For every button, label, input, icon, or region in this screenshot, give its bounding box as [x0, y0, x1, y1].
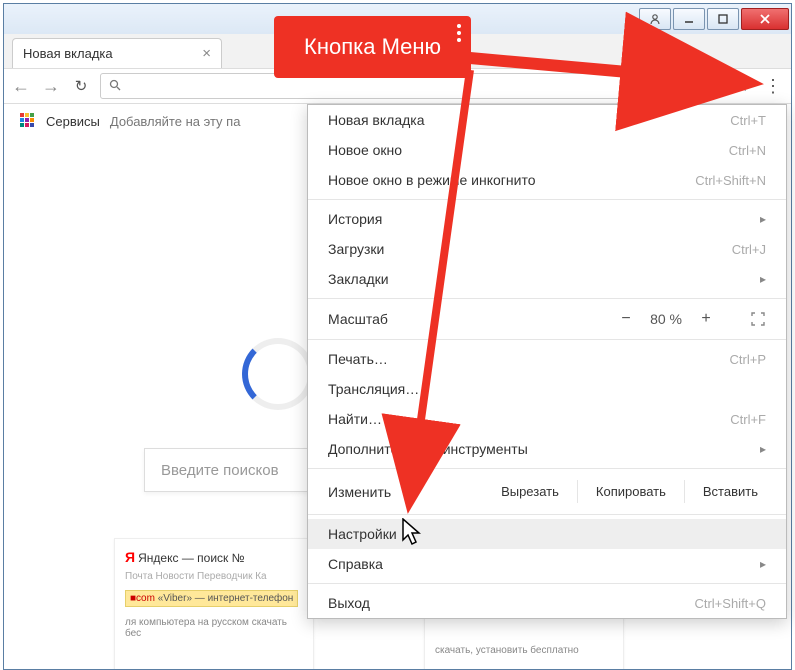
- menu-exit[interactable]: Выход Ctrl+Shift+Q: [308, 588, 786, 618]
- maximize-button[interactable]: [707, 8, 739, 30]
- menu-separator: [308, 339, 786, 340]
- menu-copy[interactable]: Копировать: [577, 480, 684, 503]
- user-button[interactable]: [639, 8, 671, 30]
- zoom-in-button[interactable]: +: [696, 310, 716, 328]
- tab-new[interactable]: Новая вкладка ×: [12, 38, 222, 68]
- annotation-callout: Кнопка Меню: [274, 16, 471, 78]
- menu-zoom: Масштаб − 80 % +: [308, 303, 786, 335]
- menu-separator: [308, 298, 786, 299]
- menu-downloads[interactable]: Загрузки Ctrl+J: [308, 234, 786, 264]
- menu-paste[interactable]: Вставить: [684, 480, 776, 503]
- bookmark-star-icon[interactable]: ☆: [731, 76, 753, 96]
- menu-edit-row: Изменить Вырезать Копировать Вставить: [308, 473, 786, 510]
- zoom-out-button[interactable]: −: [616, 310, 636, 328]
- bookmarks-hint: Добавляйте на эту па: [110, 114, 241, 129]
- thumbnail-card-yandex[interactable]: Я Яндекс — поиск № Почта Новости Перевод…: [114, 538, 314, 669]
- browser-window: Новая вкладка × ← → ↻ ☆ ⋮ Сервисы Добавл…: [3, 3, 792, 670]
- menu-new-tab[interactable]: Новая вкладка Ctrl+T: [308, 105, 786, 135]
- menu-separator: [308, 514, 786, 515]
- menu-cut[interactable]: Вырезать: [483, 480, 577, 503]
- menu-find[interactable]: Найти… Ctrl+F: [308, 404, 786, 434]
- card-links: Почта Новости Переводчик Ка: [125, 571, 303, 582]
- menu-separator: [308, 468, 786, 469]
- zoom-icon[interactable]: [701, 76, 723, 97]
- apps-label[interactable]: Сервисы: [46, 114, 100, 129]
- address-input[interactable]: [127, 78, 684, 95]
- reload-button[interactable]: ↻: [70, 77, 92, 95]
- menu-history[interactable]: История ▸: [308, 204, 786, 234]
- chevron-right-icon: ▸: [760, 272, 766, 286]
- menu-button[interactable]: ⋮: [761, 74, 785, 98]
- menu-cast[interactable]: Трансляция…: [308, 374, 786, 404]
- menu-bookmarks[interactable]: Закладки ▸: [308, 264, 786, 294]
- menu-separator: [308, 199, 786, 200]
- apps-icon[interactable]: [20, 113, 36, 129]
- chevron-right-icon: ▸: [760, 442, 766, 456]
- zoom-value: 80 %: [650, 311, 682, 327]
- main-menu: Новая вкладка Ctrl+T Новое окно Ctrl+N Н…: [307, 104, 787, 619]
- menu-help[interactable]: Справка ▸: [308, 549, 786, 579]
- loading-spinner-icon: [242, 338, 314, 410]
- tab-close-icon[interactable]: ×: [202, 45, 211, 62]
- chevron-right-icon: ▸: [760, 557, 766, 571]
- callout-label: Кнопка Меню: [304, 34, 441, 60]
- tab-title: Новая вкладка: [23, 46, 113, 61]
- yandex-logo-icon: Я: [125, 549, 135, 565]
- forward-button[interactable]: →: [40, 76, 62, 97]
- viber-banner: ■com «Viber» — интернет-телефон: [125, 590, 298, 607]
- close-button[interactable]: [741, 8, 789, 30]
- menu-print[interactable]: Печать… Ctrl+P: [308, 344, 786, 374]
- minimize-button[interactable]: [673, 8, 705, 30]
- menu-incognito[interactable]: Новое окно в режиме инкогнито Ctrl+Shift…: [308, 165, 786, 195]
- search-icon: [109, 79, 121, 94]
- fullscreen-button[interactable]: [750, 311, 766, 327]
- menu-new-window[interactable]: Новое окно Ctrl+N: [308, 135, 786, 165]
- back-button[interactable]: ←: [10, 76, 32, 97]
- menu-separator: [308, 583, 786, 584]
- menu-settings[interactable]: Настройки: [308, 519, 786, 549]
- card-caption: ля компьютера на русском скачать бес: [125, 617, 303, 639]
- menu-more-tools[interactable]: Дополнительные инструменты ▸: [308, 434, 786, 464]
- chevron-right-icon: ▸: [760, 212, 766, 226]
